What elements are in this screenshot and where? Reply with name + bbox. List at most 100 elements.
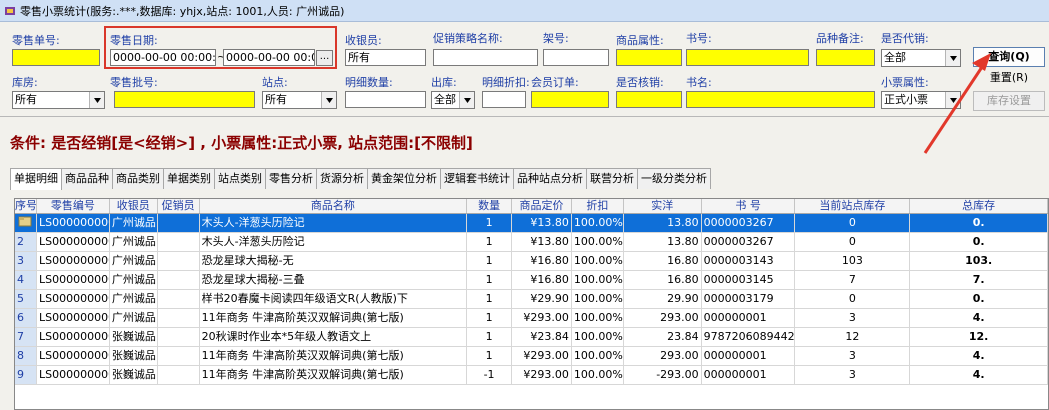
chevron-down-icon[interactable] [945,50,960,66]
table-cell[interactable]: 000000001 [702,366,796,384]
query-button[interactable]: 查询(Q) [973,47,1045,67]
results-table[interactable]: 序号 零售编号 收银员 促销员 商品名称 数量 商品定价 折扣 实洋 书 号 当… [14,198,1049,410]
table-cell[interactable]: 广州诚品 [110,271,158,289]
table-row[interactable]: 4LS0000000000009广州诚品 恐龙星球大揭秘-三叠1¥16.80100… [15,271,1048,290]
column-header[interactable]: 数量 [467,199,513,213]
table-cell[interactable]: 7 [795,271,911,289]
table-cell[interactable]: 张巍诚品 [110,328,158,346]
table-cell[interactable]: 3 [795,309,911,327]
table-row[interactable]: 5LS0000000000010广州诚品 样书20春魔卡阅读四年级语文R(人教版)… [15,290,1048,309]
table-cell[interactable] [158,252,200,270]
table-row[interactable]: LS0000000000005广州诚品 木头人-洋葱头历险记1¥13.80100.… [15,214,1048,233]
cashier-input[interactable]: 所有 [345,49,426,66]
table-cell[interactable]: 100.00% [571,214,624,232]
is-checked-input[interactable] [616,91,682,108]
table-cell[interactable]: 广州诚品 [110,233,158,251]
table-cell[interactable] [158,290,200,308]
table-cell[interactable]: ¥13.80 [512,214,572,232]
table-cell[interactable]: 木头人-洋葱头历险记 [200,233,468,251]
date-to-input[interactable]: 0000-00-00 00:00:( [223,49,315,66]
column-header[interactable]: 促销员 [158,199,200,213]
detail-qty-input[interactable] [345,91,426,108]
table-cell[interactable]: 0000003143 [702,252,796,270]
table-cell[interactable]: LS0000000000048 [37,366,110,384]
tab-document-detail[interactable]: 单据明细 [10,168,62,190]
reset-button[interactable]: 重置(R) [973,69,1045,89]
table-cell[interactable]: 0 [795,214,911,232]
table-cell[interactable]: 293.00 [624,347,702,365]
tab-goods-variety[interactable]: 商品品种 [61,168,113,189]
table-cell[interactable]: 1 [467,233,513,251]
table-cell[interactable]: ¥13.80 [512,233,572,251]
table-cell[interactable]: 4. [910,309,1048,327]
table-cell[interactable] [158,347,200,365]
row-index-cell[interactable]: 8 [15,347,37,365]
tab-document-category[interactable]: 单据类别 [163,168,215,189]
outstore-select[interactable]: 全部 [431,91,475,109]
table-cell[interactable]: 16.80 [624,252,702,270]
date-from-input[interactable]: 0000-00-00 00:00: [110,49,216,66]
table-cell[interactable]: 0000003267 [701,214,796,232]
table-cell[interactable]: 0. [910,290,1048,308]
column-header[interactable]: 收银员 [110,199,158,213]
column-header[interactable]: 序号 [15,199,37,213]
tab-logic-set-stats[interactable]: 逻辑套书统计 [440,168,514,189]
tab-joint-operation-analysis[interactable]: 联营分析 [586,168,638,189]
table-cell[interactable]: 1 [467,347,513,365]
table-cell[interactable]: 9787206089442 [702,328,796,346]
tab-retail-analysis[interactable]: 零售分析 [265,168,317,189]
tab-variety-station-analysis[interactable]: 品种站点分析 [513,168,587,189]
table-cell[interactable]: 100.00% [572,366,624,384]
column-header[interactable]: 商品定价 [512,199,572,213]
chevron-down-icon[interactable] [89,92,104,108]
table-cell[interactable]: 0000003179 [702,290,796,308]
table-cell[interactable]: 103. [910,252,1048,270]
table-cell[interactable]: 4. [910,347,1048,365]
table-cell[interactable]: 4. [910,366,1048,384]
row-pointer-icon[interactable] [15,214,37,232]
member-order-input[interactable] [531,91,609,108]
table-cell[interactable]: 1 [467,252,513,270]
table-cell[interactable]: 张巍诚品 [110,347,158,365]
row-index-cell[interactable]: 3 [15,252,37,270]
table-cell[interactable]: 11年商务 牛津高阶英汉双解词典(第七版) [200,347,468,365]
table-cell[interactable]: 0. [910,214,1048,232]
chevron-down-icon[interactable] [321,92,336,108]
store-settings-button[interactable]: 库存设置 [973,91,1045,111]
detail-discount-input[interactable] [482,91,526,108]
table-cell[interactable]: LS0000000000039 [37,328,110,346]
column-header[interactable]: 折扣 [572,199,624,213]
table-cell[interactable] [158,366,200,384]
table-cell[interactable]: ¥293.00 [512,366,572,384]
table-cell[interactable]: LS0000000000010 [37,290,110,308]
table-cell[interactable] [158,233,200,251]
table-cell[interactable]: LS0000000000009 [37,271,110,289]
table-row[interactable]: 3LS0000000000009广州诚品 恐龙星球大揭秘-无1¥16.80100.… [15,252,1048,271]
table-cell[interactable]: 1 [467,214,513,232]
table-cell[interactable] [158,271,200,289]
table-cell[interactable]: ¥23.84 [512,328,572,346]
row-index-cell[interactable]: 4 [15,271,37,289]
tab-golden-shelf-analysis[interactable]: 黄金架位分析 [367,168,441,189]
table-cell[interactable] [157,214,200,232]
tab-station-category[interactable]: 站点类别 [214,168,266,189]
table-cell[interactable]: 000000001 [702,347,796,365]
row-index-cell[interactable]: 6 [15,309,37,327]
table-cell[interactable]: 0 [795,233,911,251]
table-cell[interactable]: 1 [467,309,513,327]
date-picker-button[interactable]: ... [316,50,333,66]
table-cell[interactable] [158,309,200,327]
table-cell[interactable]: 3 [795,347,911,365]
promo-input[interactable] [433,49,538,66]
table-row[interactable]: 6LS0000000000011广州诚品 11年商务 牛津高阶英汉双解词典(第七版… [15,309,1048,328]
tab-goods-category[interactable]: 商品类别 [112,168,164,189]
table-cell[interactable]: 13.80 [623,214,702,232]
table-cell[interactable]: -293.00 [624,366,702,384]
column-header[interactable]: 当前站点库存 [795,199,911,213]
table-cell[interactable]: ¥16.80 [512,252,572,270]
table-cell[interactable]: LS0000000000005 [36,214,110,232]
table-cell[interactable]: 100.00% [572,309,624,327]
tab-first-level-category-analysis[interactable]: 一级分类分析 [637,168,711,189]
tab-source-analysis[interactable]: 货源分析 [316,168,368,189]
table-row[interactable]: 9LS0000000000048张巍诚品 11年商务 牛津高阶英汉双解词典(第七版… [15,366,1048,385]
